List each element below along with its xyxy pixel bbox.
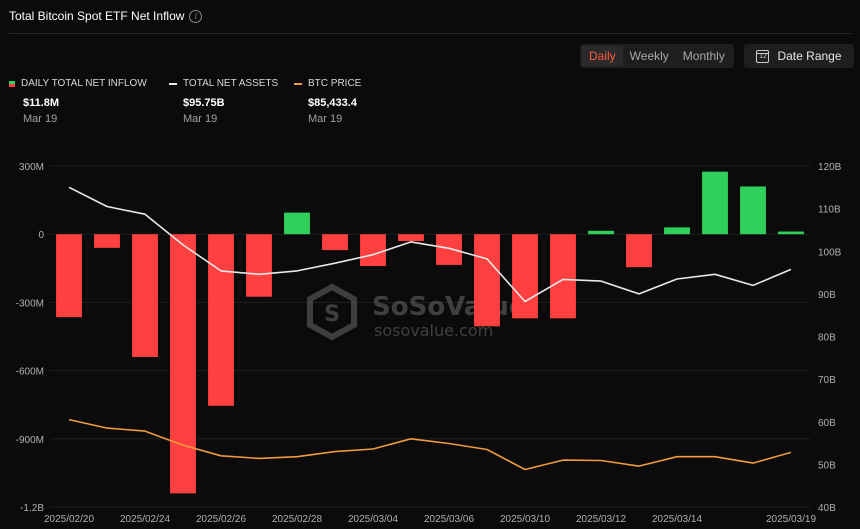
inflow-bar: [360, 234, 386, 267]
inflow-bar: [436, 234, 462, 265]
inflow-bar: [512, 234, 538, 319]
y-right-tick-label: 60B: [818, 418, 836, 429]
inflow-bar: [474, 234, 500, 327]
x-tick-label: 2025/03/14: [652, 514, 702, 525]
inflow-bar: [664, 227, 690, 235]
y-left-tick-label: -600M: [16, 367, 44, 378]
y-right-tick-label: 70B: [818, 375, 836, 386]
inflow-bar: [550, 234, 576, 319]
inflow-bar: [626, 234, 652, 268]
inflow-bar: [702, 171, 728, 235]
y-right-tick-label: 120B: [818, 162, 842, 173]
inflow-bar: [170, 234, 196, 494]
watermark-name: SoSoValue: [372, 292, 526, 322]
y-left-tick-label: -1.2B: [20, 503, 44, 514]
y-right-tick-label: 40B: [818, 503, 836, 514]
x-tick-label: 2025/02/20: [44, 514, 94, 525]
y-left-tick-label: 0: [38, 230, 44, 241]
inflow-bar: [588, 230, 614, 235]
inflow-bar: [398, 234, 424, 242]
inflow-bar: [778, 231, 804, 235]
x-tick-label: 2025/03/06: [424, 514, 474, 525]
inflow-bar: [56, 234, 82, 318]
y-right-tick-label: 110B: [818, 205, 841, 216]
y-right-tick-label: 90B: [818, 290, 836, 301]
x-tick-label: 2025/02/28: [272, 514, 322, 525]
y-right-tick-label: 50B: [818, 460, 836, 471]
x-tick-label: 2025/03/04: [348, 514, 398, 525]
x-tick-label: 2025/02/26: [196, 514, 246, 525]
inflow-bar: [208, 234, 234, 406]
inflow-bar: [132, 234, 158, 357]
x-tick-label: 2025/02/24: [120, 514, 170, 525]
inflow-bar: [284, 212, 310, 235]
x-tick-label: 2025/03/10: [500, 514, 550, 525]
x-tick-label: 2025/03/12: [576, 514, 626, 525]
y-left-tick-label: -300M: [16, 298, 44, 309]
sosovalue-logo-icon: S: [307, 283, 357, 341]
inflow-bar: [322, 234, 348, 251]
inflow-bar: [94, 234, 120, 248]
inflow-bar: [246, 234, 272, 297]
etf-flow-chart: S SoSoValue sosovalue.com 300M0-300M-600…: [16, 162, 842, 525]
y-left-tick-label: 300M: [19, 162, 44, 173]
inflow-bar: [740, 186, 766, 235]
y-right-tick-label: 80B: [818, 333, 836, 344]
y-right-tick-label: 100B: [818, 247, 842, 258]
x-tick-label: 2025/03/19: [766, 514, 816, 525]
svg-text:S: S: [324, 302, 340, 327]
y-left-tick-label: -900M: [16, 435, 44, 446]
